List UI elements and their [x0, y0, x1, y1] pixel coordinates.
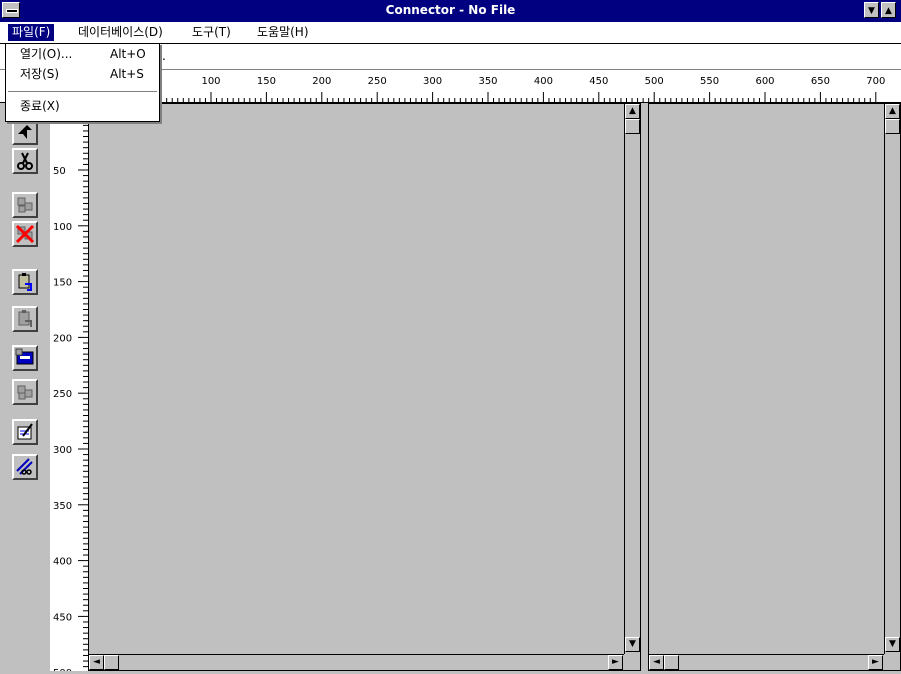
scroll-left-button[interactable]: ◄	[89, 655, 104, 670]
scroll-up-button[interactable]: ▲	[885, 104, 900, 119]
scroll-right-button[interactable]: ►	[608, 655, 623, 670]
scroll-right-button[interactable]: ►	[868, 655, 883, 670]
clipboard-import-icon	[18, 273, 32, 291]
canvas-pane-left[interactable]: ▲ ▼ ◄ ►	[88, 103, 641, 671]
file-menu-dropdown: 열기(O)... Alt+O 저장(S) Alt+S 종료(X)	[5, 43, 160, 122]
vertical-scrollbar-left[interactable]: ▲ ▼	[624, 104, 640, 654]
ruler-label: 200	[312, 76, 331, 87]
import-button[interactable]	[12, 269, 38, 295]
scissors-icon	[17, 152, 33, 170]
cubes-tool-button[interactable]	[12, 192, 38, 218]
database-blue-icon	[15, 348, 34, 365]
menu-file[interactable]: 파일(F)	[8, 24, 55, 41]
window-title: Connector - No File	[385, 3, 516, 17]
ruler-label: 400	[534, 76, 553, 87]
menu-bar: 파일(F) 데이터베이스(D) 도구(T) 도움말(H)	[0, 22, 901, 44]
menu-item-save[interactable]: 저장(S) Alt+S	[6, 65, 159, 83]
ruler-label: 350	[53, 501, 72, 512]
ruler-label: 400	[53, 557, 72, 568]
database-grey-button[interactable]	[12, 379, 38, 405]
delete-cubes-button[interactable]	[12, 221, 38, 247]
ruler-label: 550	[700, 76, 719, 87]
arrow-tool-button[interactable]	[12, 119, 38, 145]
export-button[interactable]	[12, 306, 38, 332]
maximize-button[interactable]: ▲	[881, 2, 896, 18]
ruler-label: 250	[368, 76, 387, 87]
scroll-down-button[interactable]: ▼	[885, 637, 900, 652]
tool-palette	[0, 103, 51, 671]
ruler-label: 100	[53, 222, 72, 233]
ruler-label: 300	[53, 445, 72, 456]
menu-help[interactable]: 도움말(H)	[253, 24, 313, 41]
scroll-up-button[interactable]: ▲	[625, 104, 640, 119]
vertical-ruler-scale: 50100150200250300350400450500	[53, 113, 88, 674]
ruler-label: 450	[589, 76, 608, 87]
link-cut-button[interactable]	[12, 454, 38, 480]
ruler-label: 150	[53, 278, 72, 289]
cubes-icon	[17, 197, 33, 213]
ruler-label: 500	[645, 76, 664, 87]
title-bar: Connector - No File ▼ ▲	[0, 0, 901, 22]
ruler-label: 350	[478, 76, 497, 87]
menu-item-open[interactable]: 열기(O)... Alt+O	[6, 45, 159, 63]
menu-database[interactable]: 데이터베이스(D)	[74, 24, 167, 41]
edit-button[interactable]	[12, 419, 38, 445]
ruler-label: 600	[755, 76, 774, 87]
link-cut-icon	[16, 458, 33, 475]
menu-item-save-shortcut: Alt+S	[110, 67, 144, 81]
scroll-thumb[interactable]	[625, 119, 640, 134]
scroll-thumb[interactable]	[664, 655, 679, 670]
ruler-label: 300	[423, 76, 442, 87]
horizontal-scrollbar-left[interactable]: ◄ ►	[89, 654, 624, 670]
delete-cubes-icon	[15, 224, 35, 244]
ruler-label: 650	[811, 76, 830, 87]
horizontal-scrollbar-right[interactable]: ◄ ►	[649, 654, 884, 670]
ruler-label: 100	[201, 76, 220, 87]
canvas-pane-right[interactable]: ▲ ▼ ◄ ►	[648, 103, 901, 671]
strip-dot: .	[162, 49, 166, 63]
menu-item-save-label: 저장(S)	[20, 67, 60, 81]
vertical-ruler: 50100150200250300350400450500	[50, 103, 89, 674]
vertical-scrollbar-right[interactable]: ▲ ▼	[884, 104, 900, 654]
ruler-label: 450	[53, 612, 72, 623]
menu-item-exit-label: 종료(X)	[20, 99, 60, 113]
ruler-label: 150	[257, 76, 276, 87]
scroll-down-button[interactable]: ▼	[625, 637, 640, 652]
menu-item-exit[interactable]: 종료(X)	[6, 97, 159, 115]
clipboard-export-icon	[18, 310, 32, 327]
ruler-label: 50	[53, 166, 66, 177]
scroll-thumb[interactable]	[885, 119, 900, 134]
database-button[interactable]	[12, 345, 38, 371]
menu-tools[interactable]: 도구(T)	[188, 24, 235, 41]
ruler-label: 200	[53, 333, 72, 344]
database-grey-icon	[17, 385, 33, 400]
arrow-tool-icon	[18, 125, 32, 139]
scroll-thumb[interactable]	[104, 655, 119, 670]
menu-item-open-shortcut: Alt+O	[110, 47, 146, 61]
menu-item-open-label: 열기(O)...	[20, 47, 73, 61]
edit-document-icon	[17, 423, 33, 440]
menu-separator	[8, 91, 157, 92]
ruler-label: 700	[866, 76, 885, 87]
cut-tool-button[interactable]	[12, 148, 38, 174]
scroll-left-button[interactable]: ◄	[649, 655, 664, 670]
ruler-label: 250	[53, 389, 72, 400]
minimize-button[interactable]: ▼	[864, 2, 879, 18]
